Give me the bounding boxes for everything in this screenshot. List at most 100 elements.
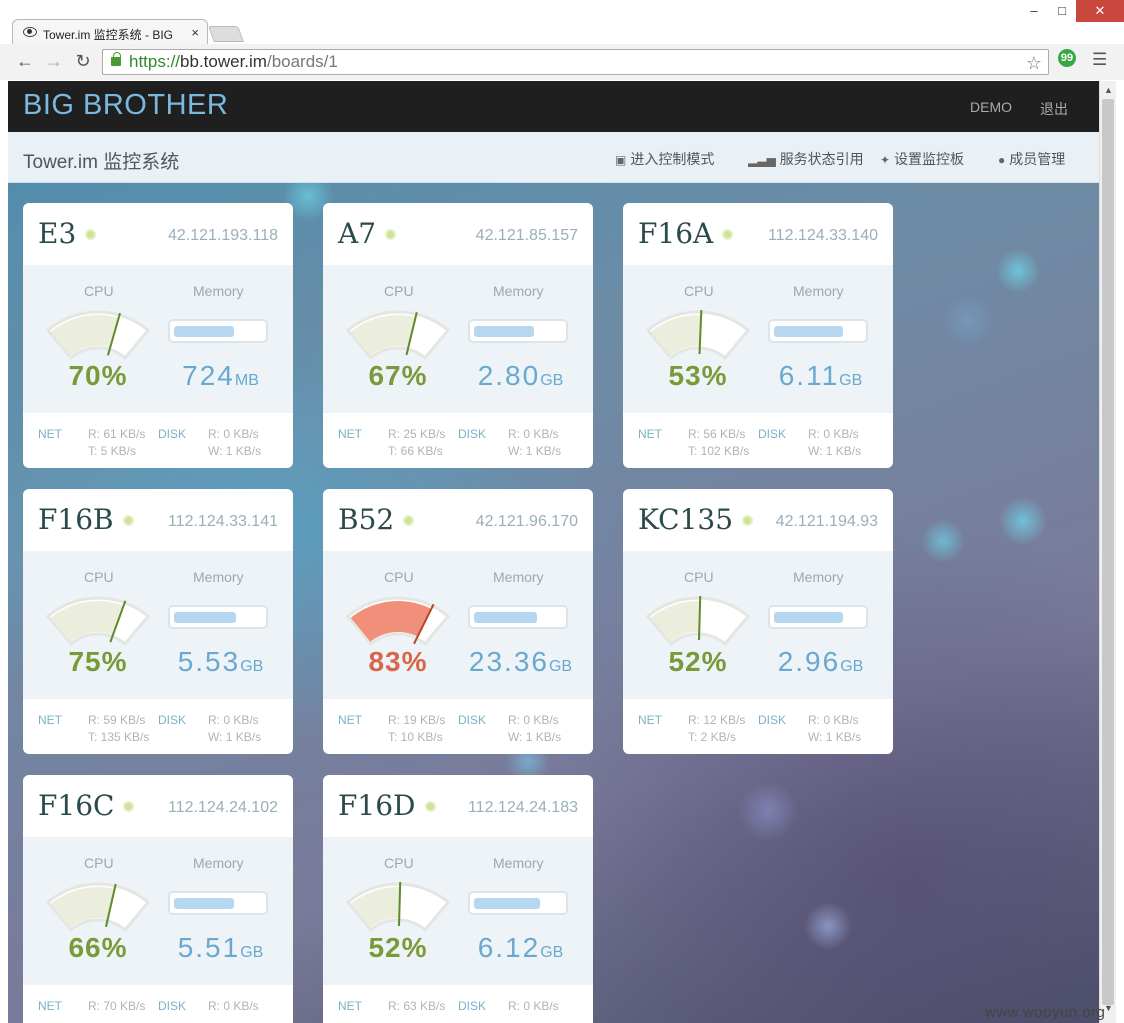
window-close-button[interactable]: ✕ <box>1076 0 1124 22</box>
url-host: bb.tower.im <box>180 52 267 71</box>
address-bar[interactable]: https://bb.tower.im/boards/1 ☆ <box>102 49 1049 75</box>
server-card[interactable]: F16D 112.124.24.183 CPU Memory 52% 6.12G… <box>323 775 593 1023</box>
server-card[interactable]: F16A 112.124.33.140 CPU Memory 53% 6.11G… <box>623 203 893 468</box>
server-card[interactable]: A7 42.121.85.157 CPU Memory 67% 2.80GB N… <box>323 203 593 468</box>
server-card[interactable]: F16C 112.124.24.102 CPU Memory 66% 5.51G… <box>23 775 293 1023</box>
forward-arrow-icon[interactable]: → <box>43 51 65 72</box>
cpu-label: CPU <box>84 283 114 299</box>
control-mode-link[interactable]: ▣ 进入控制模式 <box>615 149 714 169</box>
new-tab-button[interactable] <box>208 26 244 42</box>
cpu-gauge-svg <box>45 596 151 646</box>
server-ip: 42.121.194.93 <box>775 513 878 530</box>
window-minimize-button[interactable]: – <box>1020 0 1048 22</box>
disk-read: R: 0 KB/s <box>208 999 259 1013</box>
gauge-needle <box>698 596 702 641</box>
nav-link-demo[interactable]: DEMO <box>970 99 1012 115</box>
cpu-gauge-svg <box>345 310 451 360</box>
sub-navbar: Tower.im 监控系统 ▣ 进入控制模式 ▂▃▅ 服务状态引用 ✦ 设置监控板 ●… <box>8 132 1099 183</box>
board-settings-label: 设置监控板 <box>894 151 965 167</box>
memory-bar <box>468 891 568 915</box>
disk-read: R: 0 KB/s <box>508 999 559 1013</box>
tab-title: Tower.im 监控系统 - BIG <box>43 28 174 42</box>
cpu-label: CPU <box>684 283 714 299</box>
extension-icon[interactable]: 99 <box>1058 49 1076 67</box>
nav-link-logout[interactable]: 退出 <box>1040 99 1068 119</box>
cpu-percent: 52% <box>368 932 428 963</box>
server-name: F16B <box>38 503 114 536</box>
net-receive: R: 70 KB/s <box>88 999 146 1013</box>
net-label: NET <box>338 427 362 441</box>
memory-bar-fill <box>774 612 843 623</box>
gauge-needle <box>398 882 402 927</box>
scroll-up-icon[interactable]: ▲ <box>1104 85 1113 95</box>
cpu-gauge <box>43 591 153 651</box>
disk-read: R: 0 KB/s <box>808 713 859 727</box>
disk-read: R: 0 KB/s <box>508 427 559 441</box>
browser-tab[interactable]: Tower.im 监控系统 - BIG × <box>12 19 208 45</box>
memory-amount: 5.53 <box>177 646 241 677</box>
scrollbar-thumb[interactable] <box>1102 99 1114 1005</box>
server-card[interactable]: F16B 112.124.33.141 CPU Memory 75% 5.53G… <box>23 489 293 754</box>
server-card[interactable]: E3 42.121.193.118 CPU Memory 70% 724MB N… <box>23 203 293 468</box>
net-transmit: T: 5 KB/s <box>88 444 137 458</box>
net-label: NET <box>638 713 662 727</box>
memory-amount: 6.11 <box>778 360 840 391</box>
metrics-panel: CPU Memory 67% 2.80GB <box>323 265 593 413</box>
net-receive: R: 19 KB/s <box>388 713 446 727</box>
cpu-gauge-svg <box>645 310 751 360</box>
reload-icon[interactable]: ↻ <box>72 51 94 72</box>
status-dot-icon <box>85 229 96 240</box>
net-label: NET <box>638 427 662 441</box>
cpu-label: CPU <box>384 283 414 299</box>
memory-value: 5.53GB <box>163 646 278 678</box>
disk-read: R: 0 KB/s <box>508 713 559 727</box>
tab-close-icon[interactable]: × <box>191 25 199 40</box>
memory-bar <box>468 605 568 629</box>
metrics-panel: CPU Memory 66% 5.51GB <box>23 837 293 985</box>
control-mode-label: 进入控制模式 <box>630 151 715 167</box>
server-ip: 112.124.24.183 <box>467 799 578 816</box>
server-name: F16D <box>338 789 416 822</box>
cpu-percent: 67% <box>368 360 428 391</box>
brand-logo[interactable]: BIG BROTHER <box>23 89 228 122</box>
memory-value: 6.12GB <box>463 932 578 964</box>
memory-amount: 2.80 <box>477 360 541 391</box>
io-stats: NET R: 61 KB/s T: 5 KB/s DISK R: 0 KB/s … <box>23 413 293 468</box>
cpu-percent: 53% <box>668 360 728 391</box>
cpu-gauge <box>343 877 453 937</box>
disk-label: DISK <box>758 713 787 727</box>
net-receive: R: 61 KB/s <box>88 427 146 441</box>
bookmark-star-icon[interactable]: ☆ <box>1026 51 1042 75</box>
net-receive: R: 63 KB/s <box>388 999 446 1013</box>
disk-label: DISK <box>458 713 487 727</box>
memory-value: 5.51GB <box>163 932 278 964</box>
io-stats: NET R: 70 KB/s DISK R: 0 KB/s <box>23 985 293 1023</box>
status-dot-icon <box>123 515 134 526</box>
disk-label: DISK <box>158 999 187 1013</box>
disk-read: R: 0 KB/s <box>208 713 259 727</box>
server-ip: 42.121.193.118 <box>167 227 278 244</box>
net-transmit: T: 102 KB/s <box>688 444 750 458</box>
net-transmit: T: 2 KB/s <box>688 730 737 744</box>
memory-amount: 2.96 <box>777 646 841 677</box>
members-link[interactable]: ● 成员管理 <box>998 149 1065 169</box>
status-dot-icon <box>425 801 436 812</box>
net-transmit: T: 135 KB/s <box>88 730 150 744</box>
net-receive: R: 59 KB/s <box>88 713 146 727</box>
vertical-scrollbar[interactable]: ▲ ▼ <box>1099 81 1116 1023</box>
window-maximize-button[interactable]: □ <box>1048 0 1076 22</box>
status-embed-link[interactable]: ▂▃▅ 服务状态引用 <box>748 149 864 169</box>
board-settings-link[interactable]: ✦ 设置监控板 <box>880 149 964 169</box>
server-name: KC135 <box>638 503 734 536</box>
server-card[interactable]: B52 42.121.96.170 CPU Memory 83% 23.36GB… <box>323 489 593 754</box>
memory-unit: GB <box>548 658 573 675</box>
memory-unit: GB <box>839 372 863 389</box>
memory-value: 2.96GB <box>763 646 878 678</box>
io-stats: NET R: 12 KB/s T: 2 KB/s DISK R: 0 KB/s … <box>623 699 893 754</box>
server-card[interactable]: KC135 42.121.194.93 CPU Memory 52% 2.96G… <box>623 489 893 754</box>
back-arrow-icon[interactable]: ← <box>14 51 36 72</box>
memory-bar <box>168 605 268 629</box>
menu-icon[interactable]: ☰ <box>1092 50 1107 70</box>
disk-label: DISK <box>758 427 787 441</box>
cpu-percent: 75% <box>68 646 128 677</box>
